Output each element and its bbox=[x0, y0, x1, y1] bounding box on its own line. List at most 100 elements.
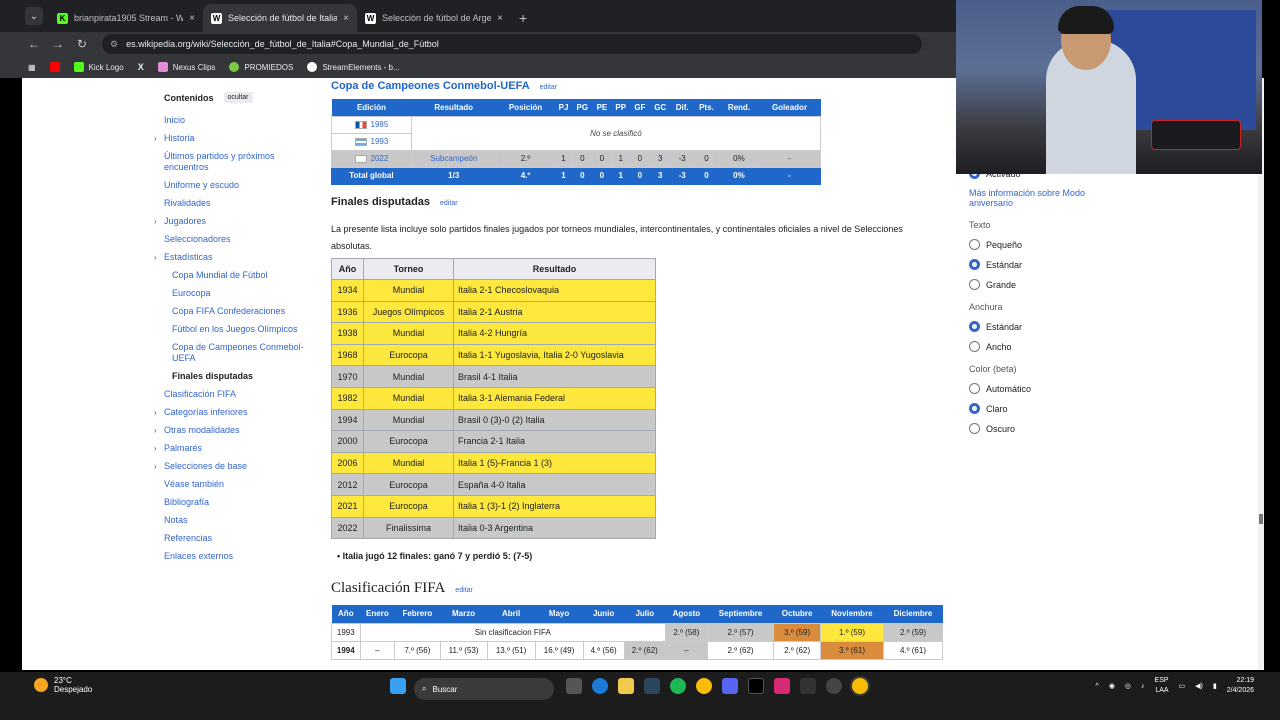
radio-option[interactable]: Claro bbox=[969, 403, 1109, 414]
fifa-edit-link[interactable]: editar bbox=[455, 587, 473, 594]
bookmark-promiedos[interactable]: PROMIEDOS bbox=[229, 62, 293, 72]
more-info-link[interactable]: Más información sobre Modo aniversario bbox=[969, 188, 1109, 208]
chrome-icon[interactable] bbox=[696, 678, 712, 694]
radio-option[interactable]: Estándar bbox=[969, 259, 1109, 270]
tournament-cell[interactable]: Mundial bbox=[363, 279, 454, 302]
toc-item[interactable]: › Historia bbox=[154, 133, 314, 144]
chevron-right-icon[interactable]: › bbox=[154, 216, 157, 227]
radio-icon[interactable] bbox=[969, 279, 980, 290]
toc-item[interactable]: Referencias bbox=[164, 533, 314, 544]
toc-item[interactable]: › Otras modalidades bbox=[154, 425, 314, 436]
radio-option[interactable]: Estándar bbox=[969, 321, 1109, 332]
instagram-icon[interactable] bbox=[774, 678, 790, 694]
new-tab-button[interactable]: + bbox=[519, 10, 527, 26]
browser-tab[interactable]: WSelección de fútbol de Italia - W× bbox=[203, 4, 357, 32]
radio-option[interactable]: Automático bbox=[969, 383, 1109, 394]
radio-option[interactable]: Oscuro bbox=[969, 423, 1109, 434]
close-tab-icon[interactable]: × bbox=[343, 13, 349, 24]
finales-edit-link[interactable]: editar bbox=[440, 200, 458, 207]
reload-button[interactable]: ↻ bbox=[70, 37, 94, 51]
network-icon[interactable]: ▭ bbox=[1179, 682, 1186, 690]
bookmark-kick-logo[interactable]: Kick Logo bbox=[73, 62, 124, 72]
tournament-cell[interactable]: Eurocopa bbox=[363, 473, 454, 496]
browser-tab[interactable]: WSelección de fútbol de Argentin× bbox=[357, 4, 511, 32]
tournament-cell[interactable]: Eurocopa bbox=[363, 343, 454, 367]
edition-link[interactable]: 1985 bbox=[371, 120, 389, 129]
toc-item[interactable]: Últimos partidos y próximos encuentros bbox=[164, 151, 314, 173]
toc-item[interactable]: Bibliografía bbox=[164, 497, 314, 508]
toc-item[interactable]: Fútbol en los Juegos Olímpicos bbox=[172, 324, 314, 335]
language-indicator[interactable]: ESP LAA bbox=[1155, 676, 1169, 696]
chevron-up-icon[interactable]: ^ bbox=[1096, 683, 1099, 690]
tournament-cell[interactable]: Mundial bbox=[363, 408, 454, 432]
radio-icon[interactable] bbox=[969, 239, 980, 250]
edge-icon[interactable] bbox=[592, 678, 608, 694]
close-tab-icon[interactable]: × bbox=[497, 13, 503, 24]
toc-item[interactable]: Rivalidades bbox=[164, 198, 314, 209]
volume-icon[interactable]: ◀) bbox=[1195, 682, 1203, 690]
radio-option[interactable]: Pequeño bbox=[969, 239, 1109, 250]
task-view-icon[interactable] bbox=[566, 678, 582, 694]
toc-hide-button[interactable]: ocultar bbox=[223, 92, 253, 103]
toc-item[interactable]: Inicio bbox=[164, 115, 314, 126]
youtube-bookmark[interactable] bbox=[49, 62, 60, 72]
tournament-cell[interactable]: Juegos Olímpicos bbox=[363, 300, 454, 324]
file-explorer-icon[interactable] bbox=[618, 678, 634, 694]
table-cell[interactable]: Subcampeón bbox=[410, 149, 497, 168]
copa-edit-link[interactable]: editar bbox=[540, 84, 558, 91]
radio-icon[interactable] bbox=[969, 383, 980, 394]
bookmark-streamelements[interactable]: StreamElements - b... bbox=[307, 62, 400, 72]
bookmark-nexus-clips[interactable]: Nexus Clips bbox=[157, 62, 215, 72]
toc-item[interactable]: › Estadísticas bbox=[154, 252, 314, 263]
microphone-icon[interactable]: ♪ bbox=[1141, 683, 1145, 690]
close-tab-icon[interactable]: × bbox=[189, 13, 195, 24]
chrome-active-icon[interactable] bbox=[852, 678, 868, 694]
tournament-cell[interactable]: Eurocopa bbox=[363, 430, 454, 453]
battery-icon[interactable]: ▮ bbox=[1213, 682, 1217, 690]
back-button[interactable]: ← bbox=[22, 37, 46, 51]
discord-icon[interactable] bbox=[722, 678, 738, 694]
tournament-cell[interactable]: Mundial bbox=[363, 386, 454, 410]
toc-item[interactable]: Eurocopa bbox=[172, 288, 314, 299]
toc-item[interactable]: Enlaces externos bbox=[164, 551, 314, 562]
forward-button[interactable]: → bbox=[46, 37, 70, 51]
toc-item[interactable]: Seleccionadores bbox=[164, 234, 314, 245]
toc-item[interactable]: › Selecciones de base bbox=[154, 461, 314, 472]
table-cell[interactable]: 2022 bbox=[331, 149, 412, 168]
url-input[interactable]: ⚙ es.wikipedia.org/wiki/Selección_de_fút… bbox=[102, 34, 922, 54]
toc-item[interactable]: › Categorías inferiores bbox=[154, 407, 314, 418]
browser-tab[interactable]: Kbrianpirata1905 Stream - Watch× bbox=[49, 4, 203, 32]
radio-option[interactable]: Ancho bbox=[969, 341, 1109, 352]
radio-option[interactable]: Grande bbox=[969, 279, 1109, 290]
toc-item[interactable]: › Jugadores bbox=[154, 216, 314, 227]
windows-start-icon[interactable] bbox=[390, 678, 406, 694]
radio-icon[interactable] bbox=[969, 423, 980, 434]
radio-icon[interactable] bbox=[969, 341, 980, 352]
clock[interactable]: 22:19 2/4/2026 bbox=[1227, 676, 1254, 696]
app-icon[interactable] bbox=[826, 678, 842, 694]
toc-item[interactable]: Uniforme y escudo bbox=[164, 180, 314, 191]
tiktok-icon[interactable] bbox=[748, 678, 764, 694]
chevron-right-icon[interactable]: › bbox=[154, 133, 157, 144]
toc-item[interactable]: Copa de Campeones Conmebol-UEFA bbox=[172, 342, 314, 364]
mm-app-icon[interactable] bbox=[800, 678, 816, 694]
toc-item[interactable]: Copa FIFA Confederaciones bbox=[172, 306, 314, 317]
radio-icon[interactable] bbox=[969, 259, 980, 270]
radio-icon[interactable] bbox=[969, 321, 980, 332]
chevron-right-icon[interactable]: › bbox=[154, 461, 157, 472]
chevron-right-icon[interactable]: › bbox=[154, 252, 157, 263]
chevron-right-icon[interactable]: › bbox=[154, 443, 157, 454]
weather-widget[interactable]: 23°C Despejado bbox=[34, 676, 92, 694]
site-info-icon[interactable]: ⚙ bbox=[110, 39, 118, 50]
chevron-right-icon[interactable]: › bbox=[154, 425, 157, 436]
location-icon[interactable]: ◎ bbox=[1125, 682, 1131, 690]
toc-item[interactable]: Notas bbox=[164, 515, 314, 526]
spotify-icon[interactable] bbox=[670, 678, 686, 694]
edition-link[interactable]: 1993 bbox=[371, 137, 389, 146]
tray-app-icon[interactable]: ◉ bbox=[1109, 682, 1115, 690]
radio-icon[interactable] bbox=[969, 403, 980, 414]
toc-item[interactable]: Véase también bbox=[164, 479, 314, 490]
tournament-cell[interactable]: Mundial bbox=[363, 451, 454, 475]
toc-item[interactable]: Finales disputadas bbox=[172, 371, 314, 382]
tab-search-button[interactable]: ⌄ bbox=[25, 7, 43, 25]
